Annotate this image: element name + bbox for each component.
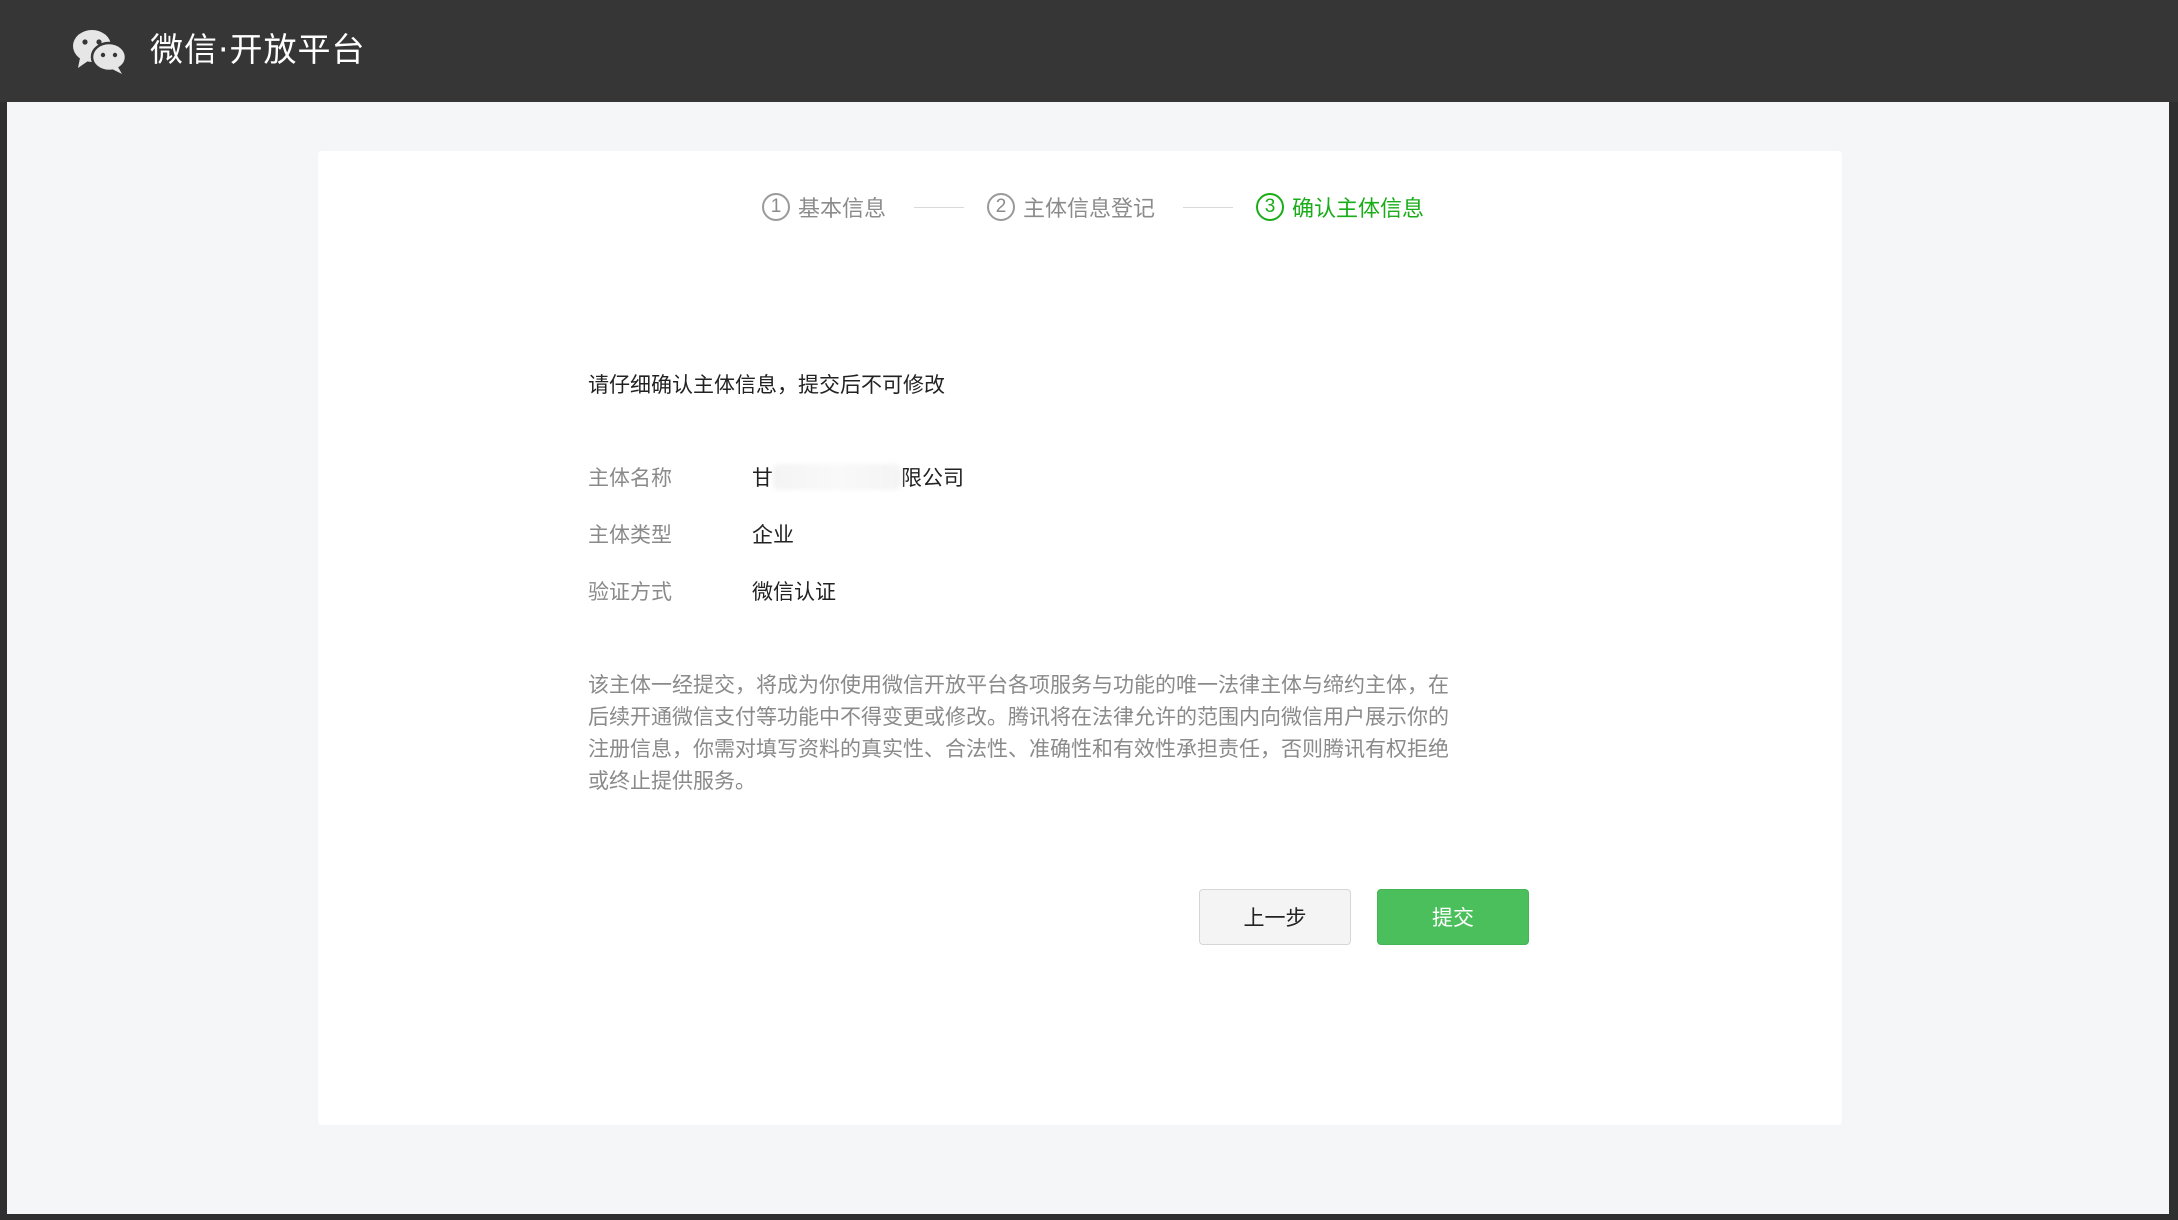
field-label: 验证方式	[588, 580, 672, 604]
page-body: 1 基本信息 2 主体信息登记 3 确认主体信息 请仔细确认主体信息，提交后不可…	[7, 102, 2169, 1214]
field-value: 微信认证	[752, 580, 836, 604]
step-confirm-entity: 3 确认主体信息	[1256, 187, 1424, 227]
step-basic-info: 1 基本信息	[762, 187, 886, 227]
prev-step-button[interactable]: 上一步	[1199, 889, 1351, 945]
step-label: 基本信息	[798, 197, 887, 222]
top-bar: 微信·开放平台	[0, 0, 2178, 102]
stepper: 1 基本信息 2 主体信息登记 3 确认主体信息	[318, 187, 1842, 227]
step-number: 1	[762, 193, 790, 221]
confirm-card: 1 基本信息 2 主体信息登记 3 确认主体信息 请仔细确认主体信息，提交后不可…	[318, 151, 1842, 1125]
field-label: 主体类型	[588, 523, 672, 547]
entity-name-suffix: 限公司	[901, 466, 964, 490]
step-number: 2	[987, 193, 1015, 221]
legal-description: 该主体一经提交，将成为你使用微信开放平台各项服务与功能的唯一法律主体与缔约主体，…	[588, 673, 1449, 793]
step-entity-registration: 2 主体信息登记	[987, 187, 1155, 227]
field-value: 企业	[752, 523, 794, 547]
step-divider	[1183, 207, 1233, 208]
brand-title: 微信·开放平台	[150, 30, 366, 69]
entity-name-prefix: 甘	[752, 466, 773, 490]
step-label: 确认主体信息	[1292, 197, 1425, 222]
field-label: 主体名称	[588, 466, 672, 490]
wechat-logo-icon	[73, 30, 128, 74]
redacted-region	[773, 464, 901, 490]
field-value: 甘 限公司	[752, 461, 964, 495]
submit-button[interactable]: 提交	[1377, 889, 1529, 945]
confirm-notice: 请仔细确认主体信息，提交后不可修改	[588, 373, 945, 397]
step-number: 3	[1256, 193, 1284, 221]
step-label: 主体信息登记	[1023, 197, 1156, 222]
step-divider	[914, 207, 964, 208]
app-window: 微信·开放平台 1 基本信息 2 主体信息登记 3 确认主体信息 请仔细确认主体…	[0, 0, 2178, 1220]
